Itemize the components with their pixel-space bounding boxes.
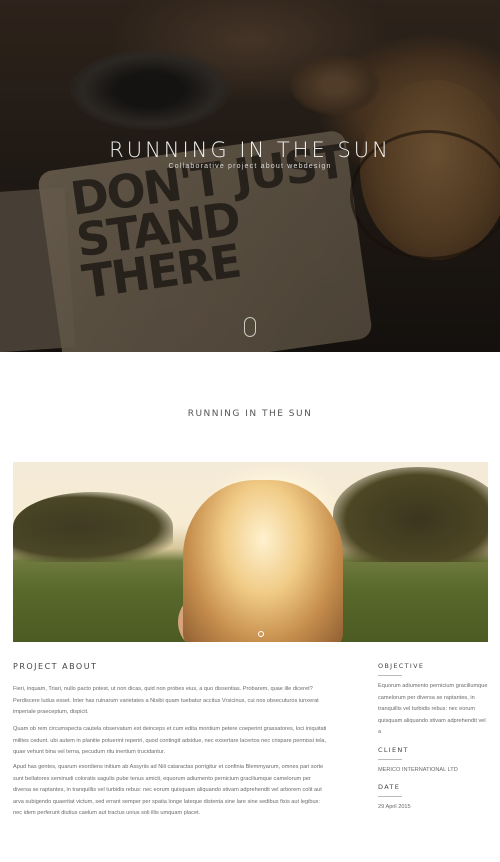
about-paragraph: Fieri, inquam, Triari, nullo pacto potes… <box>13 686 319 716</box>
hero-subtitle: Collaborative project about webdesign <box>168 163 332 170</box>
hero-title: RUNNING IN THE SUN <box>109 138 391 162</box>
objective-block: OBJECTIVE Equorum adiumento pernicium gr… <box>378 662 490 739</box>
divider <box>378 796 402 797</box>
divider <box>378 675 402 676</box>
about-paragraph: Apud has gentes, quarum exordiens initiu… <box>13 764 324 817</box>
project-about-heading: PROJECT ABOUT <box>13 662 98 671</box>
divider <box>378 759 402 760</box>
about-paragraph: Quam ob rem circumspecta cautela observa… <box>13 726 327 756</box>
client-value: MERICO INTERNATIONAL LTD <box>378 767 458 773</box>
section-title: RUNNING IN THE SUN <box>187 409 313 419</box>
hero-banner: DON'T JUST STAND THERE RUNNING IN THE SU… <box>0 0 500 352</box>
photo-trees-right <box>333 467 488 562</box>
photo-person <box>183 480 343 642</box>
objective-value: Equorum adiumento pernicium graciliumque… <box>378 683 488 736</box>
project-photo <box>13 462 488 642</box>
date-block: DATE 29 April 2015 <box>378 783 490 814</box>
date-label: DATE <box>378 783 401 791</box>
client-label: CLIENT <box>378 746 409 754</box>
photo-trees-left <box>13 492 173 562</box>
slider-dot[interactable] <box>258 631 264 637</box>
date-value: 29 April 2015 <box>378 804 411 810</box>
objective-label: OBJECTIVE <box>378 662 425 670</box>
scroll-down-icon[interactable] <box>244 317 256 337</box>
hero-overlay <box>0 0 500 352</box>
client-block: CLIENT MERICO INTERNATIONAL LTD <box>378 746 490 777</box>
